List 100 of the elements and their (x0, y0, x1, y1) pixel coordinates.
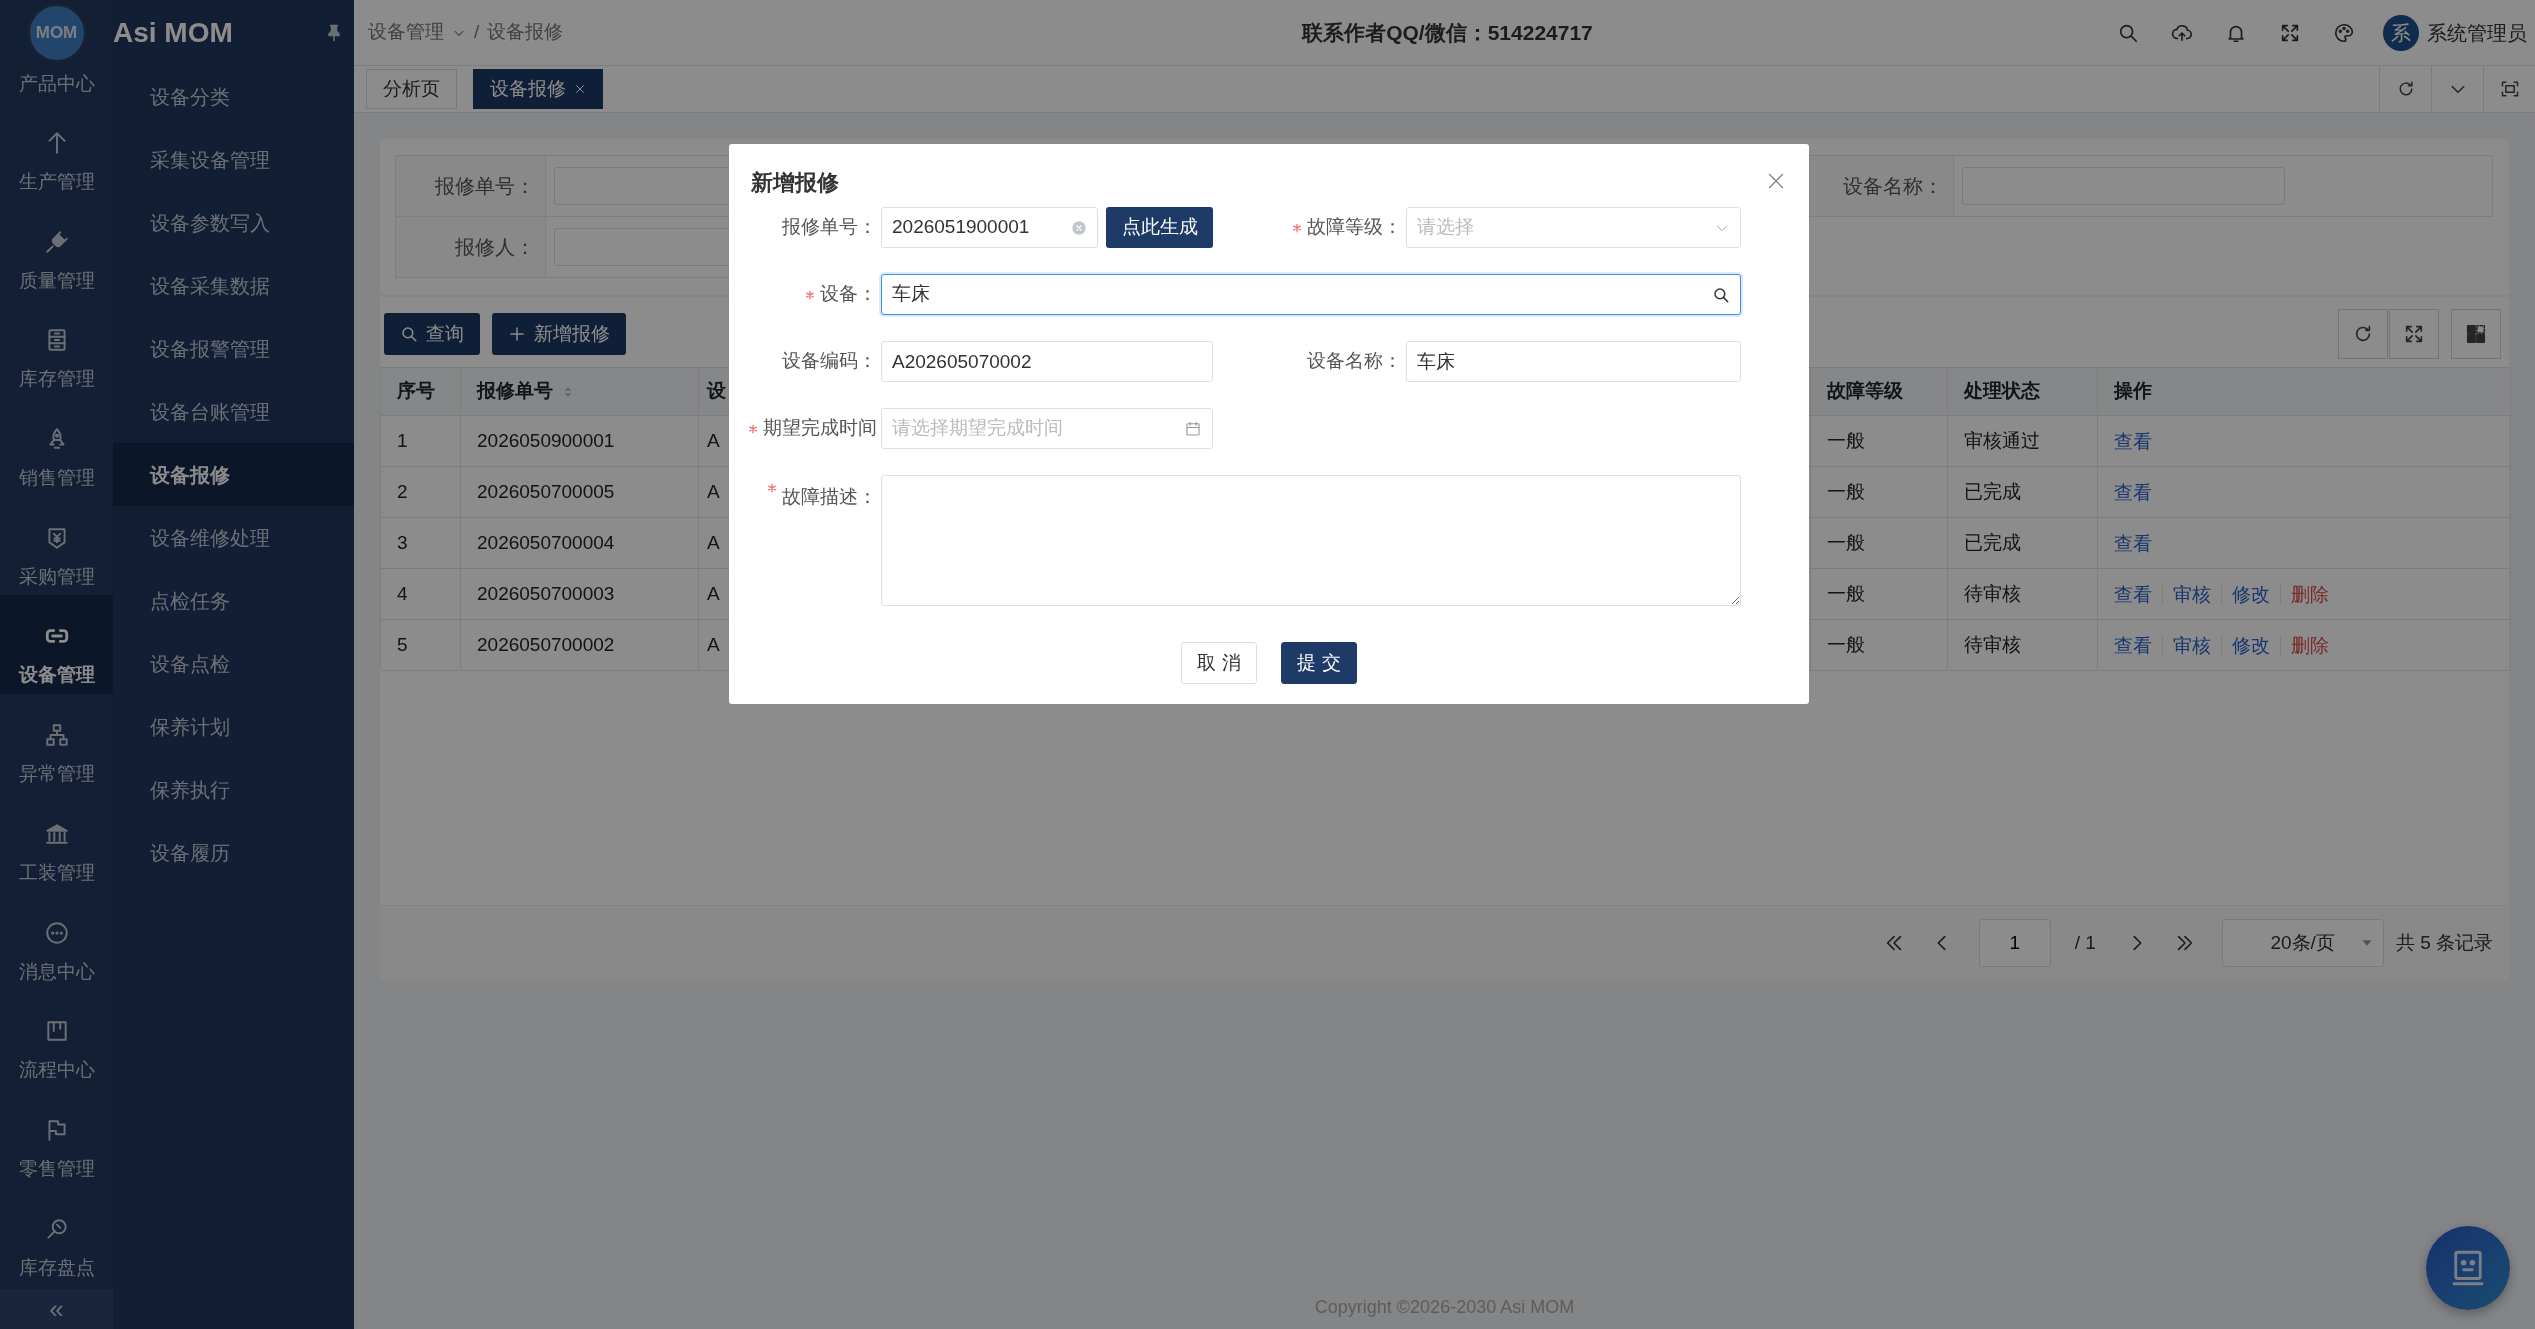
table-cell: 2026050700004 (460, 517, 699, 569)
field-label: 期望完成时间 (763, 416, 877, 441)
submenu-item[interactable]: 采集设备管理 (113, 128, 354, 191)
search-icon[interactable] (1712, 285, 1730, 304)
table-cell: 2026050900001 (460, 415, 699, 467)
field-label: 设备名称： (1843, 174, 1943, 199)
field-label: 设备编码： (782, 349, 877, 374)
delete-link[interactable]: 删除 (2281, 635, 2339, 655)
action-button[interactable]: 新增报修 (492, 313, 626, 355)
rail-menu-item[interactable]: 流程中心 (0, 990, 113, 1089)
page-tab[interactable]: 设备报修 (473, 69, 603, 109)
table-cell: 一般 (1810, 415, 1948, 467)
rail-menu-item[interactable]: 销售管理 (0, 398, 113, 497)
field-label: 报修单号： (435, 174, 535, 199)
required-asterisk-icon (767, 483, 777, 493)
table-cell: 审核通过 (1947, 415, 2098, 467)
generate-button[interactable]: 点此生成 (1106, 207, 1213, 248)
rail-menu-item[interactable]: 库存盘点 (0, 1187, 113, 1287)
action-link[interactable]: 修改 (2222, 635, 2281, 655)
collapse-button[interactable]: « (0, 1289, 113, 1329)
table-cell: 5 (380, 619, 461, 671)
submenu-item[interactable]: 点检任务 (113, 569, 354, 632)
breadcrumb-item: / (474, 20, 480, 45)
equipment-field[interactable]: 车床 (881, 274, 1741, 315)
table-cell: 已完成 (1947, 466, 2098, 518)
table-cell: 一般 (1810, 517, 1948, 569)
equipment-code-field[interactable]: A202605070002 (881, 341, 1213, 382)
rail-menu-item[interactable]: 设备管理 (0, 595, 113, 695)
table-cell: 2026050700003 (460, 568, 699, 620)
rail-menu-item[interactable]: 工装管理 (0, 792, 113, 892)
delete-link[interactable]: 删除 (2281, 584, 2339, 604)
fullscreen-icon[interactable] (2499, 79, 2520, 99)
submenu-item[interactable]: 设备参数写入 (113, 191, 354, 254)
submenu-item[interactable]: 保养执行 (113, 758, 354, 821)
fullscreen-icon[interactable] (2403, 323, 2425, 345)
rail-menu-item[interactable]: 消息中心 (0, 891, 113, 991)
fault-level-select[interactable]: 请选择 (1406, 207, 1741, 248)
grid-icon[interactable] (2465, 323, 2487, 345)
required-asterisk-icon (1292, 222, 1302, 233)
rail-menu-item[interactable]: 产品中心 (0, 66, 113, 102)
table-cell: 2026050700002 (460, 619, 699, 671)
repair-number-input[interactable]: 2026051900001 (892, 213, 1071, 242)
rail-menu-item[interactable]: 库存管理 (0, 299, 113, 399)
cancel-button[interactable]: 取 消 (1181, 642, 1257, 684)
table-cell: 2026050700005 (460, 466, 699, 518)
column-header[interactable]: 报修单号 (477, 377, 553, 406)
user-name[interactable]: 系统管理员 (2427, 17, 2527, 48)
action-link[interactable]: 审核 (2163, 635, 2222, 655)
table-cell: 3 (380, 517, 461, 569)
field-label: 报修单号： (782, 215, 877, 240)
description-field[interactable] (881, 475, 1741, 606)
submenu-item[interactable]: 设备采集数据 (113, 254, 354, 317)
submenu-item[interactable]: 设备报修 (113, 443, 354, 506)
palette-icon[interactable] (2333, 21, 2355, 44)
action-link[interactable]: 查看 (2114, 635, 2163, 655)
action-link[interactable]: 查看 (2114, 533, 2162, 553)
user-avatar[interactable]: 系 (2383, 14, 2419, 51)
submenu-item[interactable]: 设备维修处理 (113, 506, 354, 569)
fault-level-input[interactable]: 请选择 (1417, 213, 1714, 242)
date-field[interactable]: 请选择期望完成时间 (881, 408, 1213, 449)
action-link[interactable]: 查看 (2114, 584, 2163, 604)
breadcrumb-item: 设备报修 (487, 20, 564, 45)
table-cell: 2 (380, 466, 461, 518)
action-button[interactable]: 查询 (384, 313, 480, 355)
submenu-item[interactable]: 设备履历 (113, 821, 354, 884)
submenu-item[interactable]: 设备点检 (113, 632, 354, 695)
submenu-item[interactable]: 设备分类 (113, 65, 354, 128)
submenu-item[interactable]: 保养计划 (113, 695, 354, 758)
contact-notice: 联系作者QQ/微信：514224717 (1302, 19, 1593, 46)
assistant-button[interactable] (2426, 1226, 2510, 1310)
breadcrumb-item[interactable]: 设备管理 (368, 18, 444, 47)
equipment-input[interactable]: 车床 (892, 280, 1712, 309)
table-cell: 一般 (1810, 466, 1948, 518)
page-count: / 1 (2074, 930, 2096, 955)
equipment-name-field[interactable]: 车床 (1406, 341, 1741, 382)
rail-menu-item[interactable]: 采购管理 (0, 496, 113, 596)
submenu-item[interactable]: 设备台账管理 (113, 380, 354, 443)
date-input[interactable]: 请选择期望完成时间 (892, 414, 1184, 443)
app-logo: MOM (26, 3, 87, 63)
rail-menu-item[interactable]: 生产管理 (0, 102, 113, 201)
required-asterisk-icon (805, 289, 815, 300)
action-link[interactable]: 查看 (2114, 431, 2162, 451)
field-label: 报修人： (455, 235, 535, 260)
page-tab[interactable]: 分析页 (366, 69, 457, 109)
action-link[interactable]: 修改 (2222, 584, 2281, 604)
table-cell: 一般 (1810, 619, 1948, 671)
close-icon[interactable] (574, 83, 586, 95)
plug-icon (43, 228, 70, 255)
repair-number-field[interactable]: 2026051900001 (881, 207, 1098, 248)
submit-button[interactable]: 提 交 (1281, 642, 1357, 684)
rail-menu-item[interactable]: 零售管理 (0, 1088, 113, 1188)
page-input[interactable]: 1 (1978, 919, 2051, 967)
rail-menu-item[interactable]: 异常管理 (0, 694, 113, 793)
submenu-item[interactable]: 设备报警管理 (113, 317, 354, 380)
rail-menu-item[interactable]: 质量管理 (0, 200, 113, 300)
page-size-select[interactable]: 20条/页 (2221, 919, 2384, 967)
action-link[interactable]: 审核 (2163, 584, 2222, 604)
required-asterisk-icon (748, 423, 758, 434)
action-link[interactable]: 查看 (2114, 482, 2162, 502)
calendar-icon (1184, 419, 1202, 438)
